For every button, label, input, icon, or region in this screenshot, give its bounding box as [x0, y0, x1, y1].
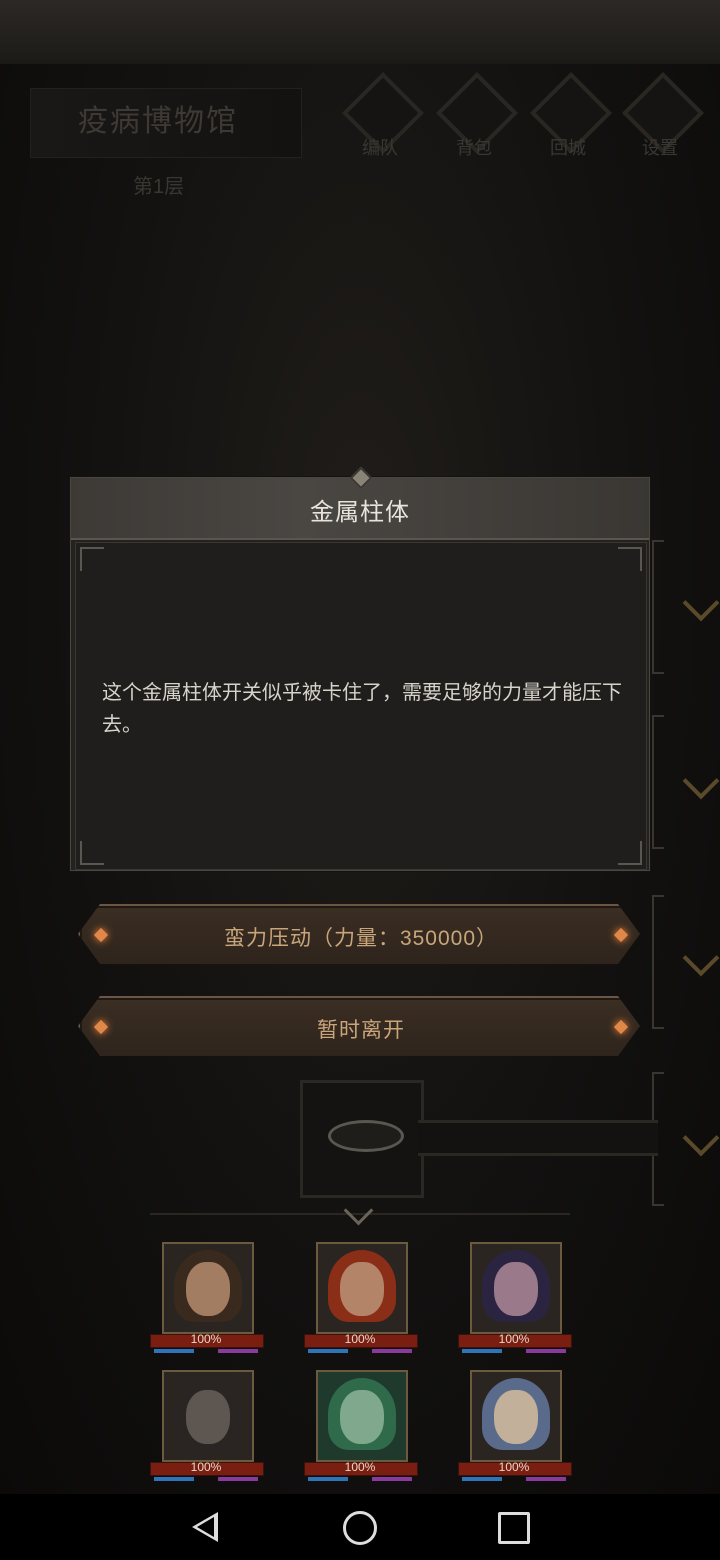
- party-member[interactable]: 100%: [304, 1370, 418, 1484]
- event-dialog: 金属柱体 这个金属柱体开关似乎被卡住了，需要足够的力量才能压下去。: [70, 466, 650, 871]
- corner-ornament-icon: [618, 547, 642, 571]
- mana-bar: [462, 1349, 502, 1353]
- floor-label: 第1层: [133, 176, 185, 198]
- hero-portrait-icon: [162, 1242, 254, 1334]
- top-status-strip: [0, 0, 720, 66]
- mana-bar: [462, 1477, 502, 1481]
- dialog-message: 这个金属柱体开关似乎被卡住了，需要足够的力量才能压下去。: [102, 682, 622, 736]
- return-town-button[interactable]: 回城: [529, 71, 613, 158]
- energy-bar: [218, 1477, 258, 1481]
- hp-percent: 100%: [190, 1332, 222, 1346]
- party-member[interactable]: 100%: [458, 1242, 572, 1356]
- mana-bar: [154, 1477, 194, 1481]
- corner-ornament-icon: [618, 841, 642, 865]
- map-room-bracket: [652, 540, 664, 674]
- hp-percent: 100%: [498, 1460, 530, 1474]
- force-press-label: 蛮力压动（力量：350000）: [223, 927, 499, 950]
- energy-bar: [526, 1349, 566, 1353]
- corner-ornament-icon: [80, 841, 104, 865]
- map-room-bracket: [652, 715, 664, 849]
- backpack-button[interactable]: 背包: [435, 71, 519, 158]
- hero-portrait-icon: [316, 1370, 408, 1462]
- hp-percent: 100%: [344, 1332, 376, 1346]
- location-title: 疫病博物馆: [78, 105, 238, 138]
- dialog-title: 金属柱体: [310, 499, 410, 526]
- energy-bar: [372, 1349, 412, 1353]
- energy-bar: [372, 1477, 412, 1481]
- map-corridor: [418, 1120, 658, 1156]
- leave-label: 暂时离开: [317, 1019, 405, 1042]
- dialog-body: 这个金属柱体开关似乎被卡住了，需要足够的力量才能压下去。: [75, 542, 647, 870]
- mana-bar: [154, 1349, 194, 1353]
- hp-percent: 100%: [498, 1332, 530, 1346]
- mana-bar: [308, 1477, 348, 1481]
- team-button[interactable]: 编队: [341, 71, 425, 158]
- corner-ornament-icon: [80, 547, 104, 571]
- party-member[interactable]: 100%: [304, 1242, 418, 1356]
- hero-portrait-icon: [470, 1242, 562, 1334]
- home-icon[interactable]: [343, 1511, 377, 1545]
- leave-button[interactable]: 暂时离开: [78, 996, 640, 1056]
- return-town-label: 回城: [550, 138, 586, 158]
- team-label: 编队: [362, 138, 398, 158]
- mana-bar: [308, 1349, 348, 1353]
- energy-bar: [218, 1349, 258, 1353]
- force-press-button[interactable]: 蛮力压动（力量：350000）: [78, 904, 640, 964]
- settings-label: 设置: [642, 138, 678, 158]
- hp-percent: 100%: [190, 1460, 222, 1474]
- settings-button[interactable]: 设置: [621, 71, 705, 158]
- metal-pillar-switch-icon[interactable]: [328, 1120, 404, 1152]
- party-member[interactable]: 100%: [150, 1370, 264, 1484]
- party-member[interactable]: 100%: [150, 1242, 264, 1356]
- party-member[interactable]: 100%: [458, 1370, 572, 1484]
- hero-portrait-icon: [470, 1370, 562, 1462]
- hp-percent: 100%: [344, 1460, 376, 1474]
- hero-portrait-icon: [316, 1242, 408, 1334]
- back-icon-inner: [197, 1517, 214, 1537]
- hero-portrait-icon: [162, 1370, 254, 1462]
- map-room-bracket: [652, 895, 664, 1029]
- energy-bar: [526, 1477, 566, 1481]
- backpack-label: 背包: [456, 138, 492, 158]
- recents-icon[interactable]: [498, 1512, 530, 1544]
- system-navigation-bar: [0, 1494, 720, 1560]
